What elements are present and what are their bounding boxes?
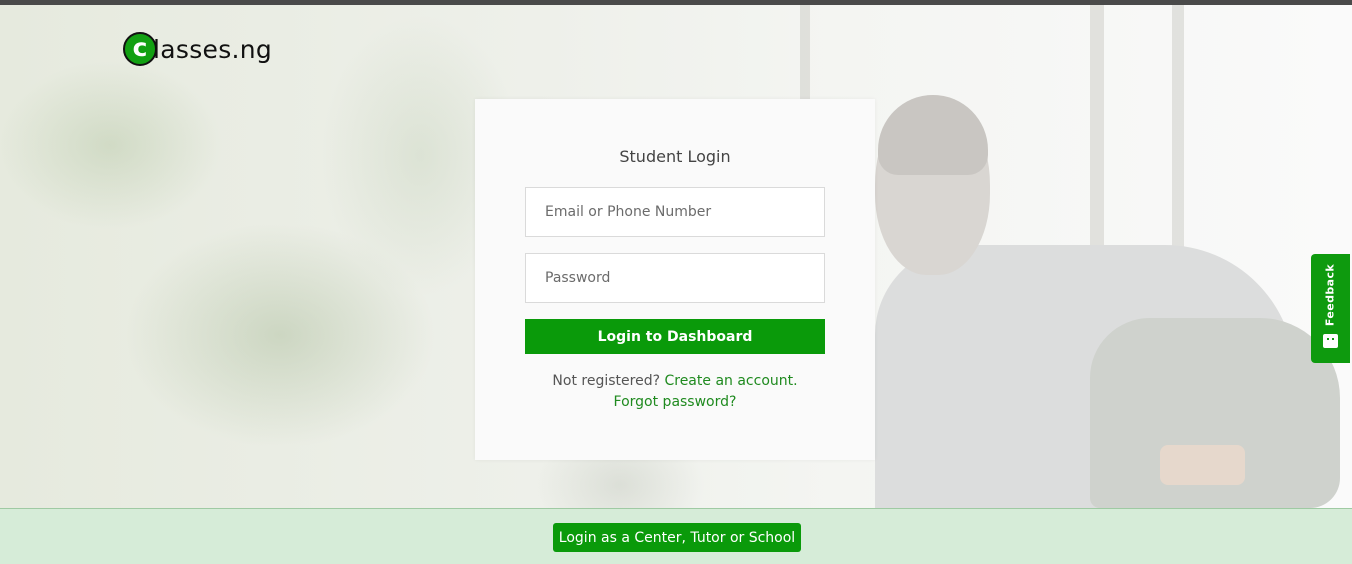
logo-c-icon: c: [123, 32, 157, 66]
login-to-dashboard-button[interactable]: Login to Dashboard: [525, 319, 825, 354]
site-logo[interactable]: c lasses.ng: [123, 32, 272, 66]
email-or-phone-input[interactable]: [525, 187, 825, 237]
feedback-tab[interactable]: Feedback: [1311, 254, 1350, 363]
login-title: Student Login: [619, 147, 731, 166]
login-card: Student Login Login to Dashboard Not reg…: [475, 99, 875, 460]
feedback-face-icon: [1323, 334, 1338, 348]
account-links: Not registered? Create an account. Forgo…: [475, 371, 875, 413]
password-input[interactable]: [525, 253, 825, 303]
backpack-patch: [1160, 445, 1245, 485]
logo-text: lasses.ng: [153, 34, 273, 64]
create-account-link[interactable]: Create an account.: [664, 373, 797, 389]
feedback-label: Feedback: [1323, 263, 1337, 327]
not-registered-text: Not registered?: [552, 373, 661, 389]
bottom-bar: Login as a Center, Tutor or School: [0, 508, 1352, 564]
forgot-password-link[interactable]: Forgot password?: [614, 394, 737, 410]
alt-login-button[interactable]: Login as a Center, Tutor or School: [553, 523, 801, 552]
